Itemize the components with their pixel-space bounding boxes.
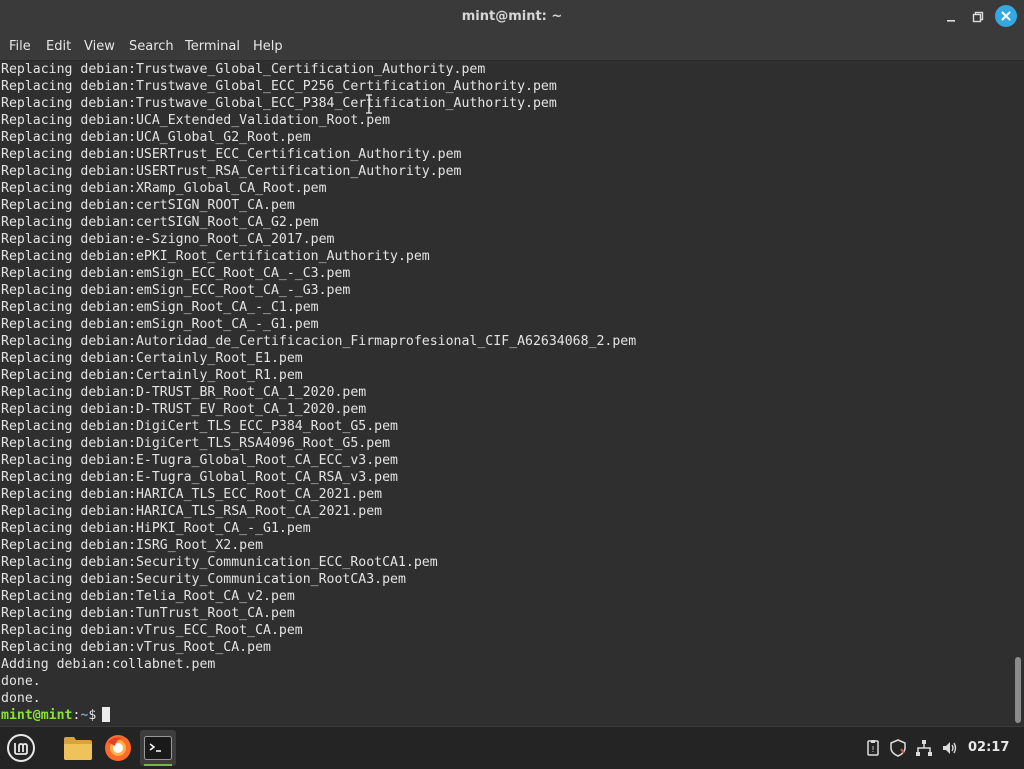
folder-icon xyxy=(64,737,92,760)
taskbar: ! 02:17 xyxy=(0,726,1024,769)
shield-icon[interactable] xyxy=(889,739,907,757)
terminal-line: Replacing debian:Autoridad_de_Certificac… xyxy=(1,334,637,349)
minimize-button[interactable] xyxy=(940,6,962,28)
terminal-line: Replacing debian:emSign_ECC_Root_CA_-_G3… xyxy=(1,283,351,298)
prompt-user-host: mint@mint xyxy=(1,708,73,723)
terminal-line: Replacing debian:UCA_Extended_Validation… xyxy=(1,113,391,128)
minimize-icon xyxy=(947,20,955,22)
terminal-line: Replacing debian:D-TRUST_EV_Root_CA_1_20… xyxy=(1,402,367,417)
scrollbar-thumb[interactable] xyxy=(1015,657,1021,723)
close-icon xyxy=(1001,11,1011,21)
menu-help[interactable]: Help xyxy=(252,34,284,60)
terminal-line: Replacing debian:DigiCert_TLS_ECC_P384_R… xyxy=(1,419,398,434)
terminal-line: Replacing debian:vTrus_ECC_Root_CA.pem xyxy=(1,623,303,638)
terminal-line: Replacing debian:HARICA_TLS_RSA_Root_CA_… xyxy=(1,504,383,519)
terminal-line: Replacing debian:Security_Communication_… xyxy=(1,555,438,570)
restore-icon xyxy=(972,11,984,23)
terminal-line: Replacing debian:TunTrust_Root_CA.pem xyxy=(1,606,295,621)
terminal-cursor xyxy=(102,707,111,722)
terminal-line: Replacing debian:UCA_Global_G2_Root.pem xyxy=(1,130,311,145)
menu-terminal[interactable]: Terminal xyxy=(184,34,241,60)
menu-file[interactable]: File xyxy=(8,34,32,60)
terminal-icon xyxy=(144,736,172,760)
window-titlebar[interactable]: mint@mint: ~ xyxy=(0,0,1024,34)
menu-bar: File Edit View Search Terminal Help xyxy=(0,34,1024,61)
volume-icon[interactable] xyxy=(941,739,959,757)
terminal-line: Replacing debian:ePKI_Root_Certification… xyxy=(1,249,430,264)
terminal-line: Replacing debian:Certainly_Root_E1.pem xyxy=(1,351,303,366)
terminal-lines: Replacing debian:Trustwave_Global_Certif… xyxy=(1,61,636,724)
terminal-line: Replacing debian:USERTrust_RSA_Certifica… xyxy=(1,164,462,179)
terminal-line: Replacing debian:XRamp_Global_CA_Root.pe… xyxy=(1,181,327,196)
terminal-line: Replacing debian:Telia_Root_CA_v2.pem xyxy=(1,589,295,604)
terminal-line: Replacing debian:e-Szigno_Root_CA_2017.p… xyxy=(1,232,335,247)
text-cursor-ibeam-icon xyxy=(366,94,372,114)
terminal-line: Replacing debian:Security_Communication_… xyxy=(1,572,406,587)
mint-logo-icon xyxy=(7,734,35,762)
terminal-line: Replacing debian:Certainly_Root_R1.pem xyxy=(1,368,303,383)
prompt-symbol: $ xyxy=(88,708,97,723)
clock[interactable]: 02:17 xyxy=(968,727,1009,769)
terminal-line: Replacing debian:HARICA_TLS_ECC_Root_CA_… xyxy=(1,487,383,502)
terminal-line: Replacing debian:E-Tugra_Global_Root_CA_… xyxy=(1,453,398,468)
terminal-line: Replacing debian:emSign_ECC_Root_CA_-_C3… xyxy=(1,266,351,281)
svg-text:!: ! xyxy=(871,745,874,754)
terminal-line: Adding debian:collabnet.pem xyxy=(1,657,216,672)
network-icon[interactable] xyxy=(915,739,933,757)
terminal-line: Replacing debian:emSign_Root_CA_-_G1.pem xyxy=(1,317,319,332)
window-title: mint@mint: ~ xyxy=(461,9,563,24)
update-manager-icon[interactable]: ! xyxy=(864,739,882,757)
close-button[interactable] xyxy=(995,5,1017,27)
terminal-scrollbar[interactable] xyxy=(1012,61,1024,726)
terminal-line: Replacing debian:USERTrust_ECC_Certifica… xyxy=(1,147,462,162)
prompt-line[interactable]: mint@mint:~$ xyxy=(1,707,636,724)
terminal-line: Replacing debian:HiPKI_Root_CA_-_G1.pem xyxy=(1,521,311,536)
terminal-taskbar-button[interactable] xyxy=(140,730,176,766)
terminal-line: Replacing debian:DigiCert_TLS_RSA4096_Ro… xyxy=(1,436,391,451)
terminal-line: Replacing debian:certSIGN_ROOT_CA.pem xyxy=(1,198,295,213)
firefox-launcher[interactable] xyxy=(100,730,136,766)
firefox-icon xyxy=(105,735,131,761)
terminal-line: Replacing debian:Trustwave_Global_ECC_P3… xyxy=(1,96,557,111)
terminal-line: Replacing debian:E-Tugra_Global_Root_CA_… xyxy=(1,470,398,485)
maximize-button[interactable] xyxy=(967,6,989,28)
terminal-output-area[interactable]: Replacing debian:Trustwave_Global_Certif… xyxy=(0,61,1012,726)
terminal-line: Replacing debian:Trustwave_Global_Certif… xyxy=(1,62,486,77)
terminal-line: done. xyxy=(1,691,41,706)
terminal-line: Replacing debian:ISRG_Root_X2.pem xyxy=(1,538,264,553)
terminal-line: Replacing debian:emSign_Root_CA_-_C1.pem xyxy=(1,300,319,315)
menu-edit[interactable]: Edit xyxy=(45,34,72,60)
terminal-line: Replacing debian:D-TRUST_BR_Root_CA_1_20… xyxy=(1,385,367,400)
files-launcher[interactable] xyxy=(60,730,96,766)
menu-view[interactable]: View xyxy=(83,34,116,60)
terminal-line: Replacing debian:Trustwave_Global_ECC_P2… xyxy=(1,79,557,94)
terminal-line: done. xyxy=(1,674,41,689)
terminal-line: Replacing debian:certSIGN_Root_CA_G2.pem xyxy=(1,215,319,230)
terminal-line: Replacing debian:vTrus_Root_CA.pem xyxy=(1,640,271,655)
start-menu-button[interactable] xyxy=(3,730,39,766)
menu-search[interactable]: Search xyxy=(128,34,175,60)
